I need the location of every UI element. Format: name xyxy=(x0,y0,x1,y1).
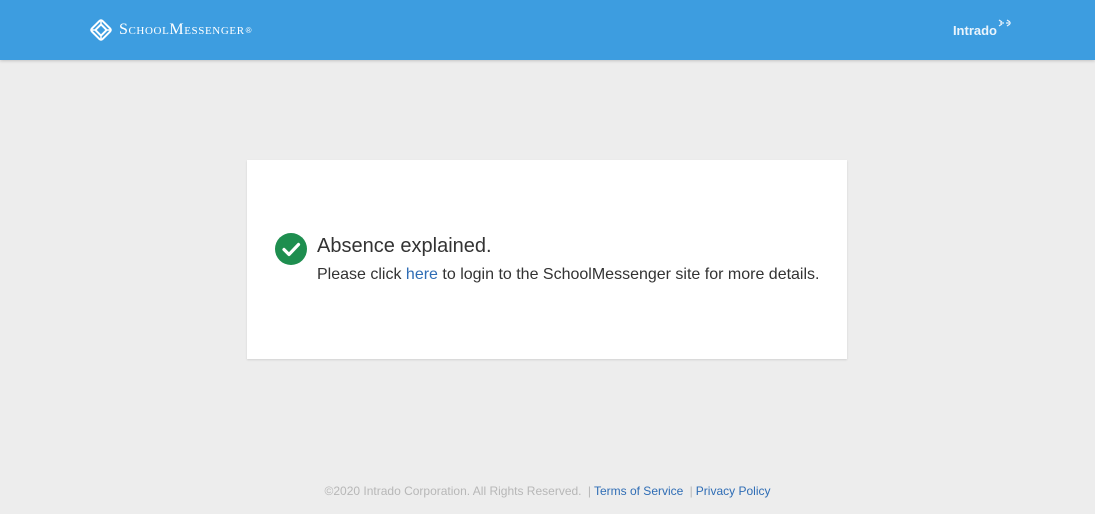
terms-of-service-link[interactable]: Terms of Service xyxy=(594,484,683,498)
message-body-prefix: Please click xyxy=(317,266,406,283)
privacy-policy-link[interactable]: Privacy Policy xyxy=(696,484,771,498)
login-here-link[interactable]: here xyxy=(406,266,438,283)
intrado-signal-icon xyxy=(998,19,1011,27)
message-body-suffix: to login to the SchoolMessenger site for… xyxy=(437,266,820,283)
copyright-text: ©2020 Intrado Corporation. All Rights Re… xyxy=(324,484,582,498)
intrado-wordmark: Intrado xyxy=(952,23,997,38)
schoolmessenger-logo-icon xyxy=(90,19,112,41)
intrado-logo: Intrado xyxy=(953,18,1012,38)
check-circle-icon xyxy=(275,233,307,265)
brand-name: SchoolMessenger xyxy=(119,21,245,38)
footer-separator: | xyxy=(587,484,591,498)
registered-mark: ® xyxy=(245,25,252,35)
page-footer: ©2020 Intrado Corporation. All Rights Re… xyxy=(0,484,1095,498)
message-card: Absence explained. Please click here to … xyxy=(247,160,847,359)
schoolmessenger-home-link[interactable]: SchoolMessenger ® xyxy=(88,16,252,44)
message-body: Please click here to login to the School… xyxy=(317,266,819,284)
message-title: Absence explained. xyxy=(317,235,492,257)
footer-separator: | xyxy=(689,484,693,498)
top-header: SchoolMessenger ® Intrado xyxy=(0,0,1095,60)
